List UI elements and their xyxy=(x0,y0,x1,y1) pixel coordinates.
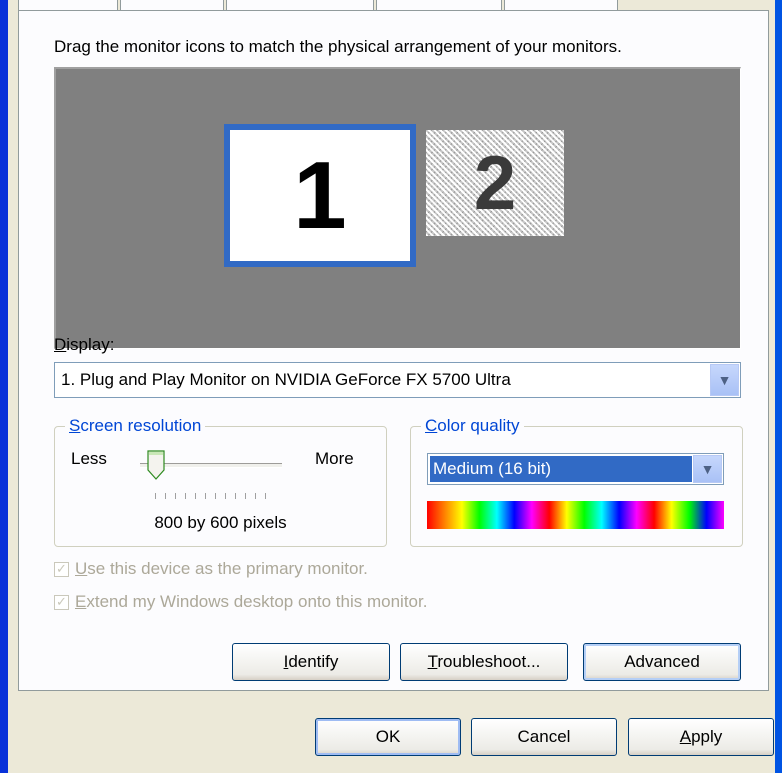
identify-button-label: Identify xyxy=(283,652,339,671)
color-quality-dropdown[interactable]: Medium (16 bit) ▼ xyxy=(427,453,724,485)
resolution-value: 800 by 600 pixels xyxy=(154,513,287,532)
color-spectrum-bar xyxy=(427,501,724,529)
extend-desktop-label: Extend my Windows desktop onto this moni… xyxy=(75,592,428,611)
display-label: Display: xyxy=(54,335,115,354)
window-frame-left xyxy=(0,0,8,773)
chevron-down-icon[interactable]: ▼ xyxy=(693,455,722,483)
screen-resolution-title: Screen resolution xyxy=(65,416,206,436)
chevron-down-icon[interactable]: ▼ xyxy=(710,364,739,396)
identify-button[interactable]: Identify xyxy=(232,643,390,681)
monitor-1-icon[interactable]: 1 xyxy=(224,124,416,267)
monitor-1-number: 1 xyxy=(293,141,347,249)
monitor-2-number: 2 xyxy=(473,140,517,226)
troubleshoot-button-label: Troubleshoot... xyxy=(427,652,541,671)
display-dropdown-value: 1. Plug and Play Monitor on NVIDIA GeFor… xyxy=(61,370,511,389)
advanced-button-label: Advanced xyxy=(624,652,700,671)
cancel-button[interactable]: Cancel xyxy=(471,718,617,756)
color-quality-group: Color quality Medium (16 bit) ▼ xyxy=(410,416,743,547)
resolution-more-label: More xyxy=(315,449,354,468)
screen-resolution-group: Screen resolution Less More 800 by 600 p… xyxy=(54,416,387,547)
apply-button-label: Apply xyxy=(679,727,723,746)
advanced-button[interactable]: Advanced xyxy=(583,643,741,681)
primary-monitor-checkbox[interactable]: ✓ Use this device as the primary monitor… xyxy=(54,559,368,579)
ok-button[interactable]: OK xyxy=(315,718,461,756)
resolution-slider-ticks xyxy=(155,493,267,499)
extend-desktop-checkbox[interactable]: ✓ Extend my Windows desktop onto this mo… xyxy=(54,592,427,612)
cancel-button-label: Cancel xyxy=(517,727,571,746)
monitor-arrangement-area[interactable]: 1 2 xyxy=(54,67,741,349)
window-frame-right xyxy=(775,0,782,773)
color-quality-title: Color quality xyxy=(421,416,524,436)
apply-button[interactable]: Apply xyxy=(628,718,774,756)
ok-button-label: OK xyxy=(375,727,401,746)
display-dropdown[interactable]: 1. Plug and Play Monitor on NVIDIA GeFor… xyxy=(54,362,741,398)
color-quality-value: Medium (16 bit) xyxy=(430,456,692,482)
checkmark-icon: ✓ xyxy=(54,594,69,610)
checkmark-icon: ✓ xyxy=(54,561,69,577)
monitor-2-icon[interactable]: 2 xyxy=(426,130,564,236)
troubleshoot-button[interactable]: Troubleshoot... xyxy=(400,643,568,681)
primary-monitor-label: Use this device as the primary monitor. xyxy=(75,559,368,578)
resolution-less-label: Less xyxy=(71,449,107,468)
instruction-text: Drag the monitor icons to match the phys… xyxy=(54,37,622,56)
resolution-slider-thumb[interactable] xyxy=(147,450,165,480)
